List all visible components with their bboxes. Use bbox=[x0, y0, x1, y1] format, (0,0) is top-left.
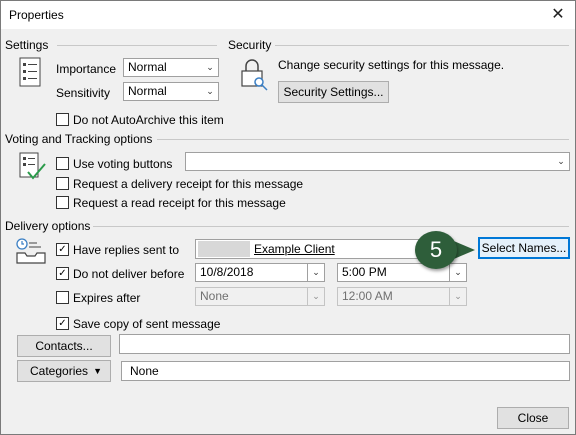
expires-time-picker: 12:00 AM ⌄ bbox=[337, 287, 467, 306]
chevron-down-icon: ⌄ bbox=[206, 62, 214, 72]
read-receipt-checkbox[interactable] bbox=[56, 196, 69, 209]
do-not-deliver-label: Do not deliver before bbox=[73, 267, 185, 281]
deliver-date-value: 10/8/2018 bbox=[200, 265, 254, 279]
document-properties-icon bbox=[19, 57, 41, 87]
chevron-down-icon: ⌄ bbox=[206, 86, 214, 96]
categories-button[interactable]: Categories ▼ bbox=[17, 360, 111, 382]
contacts-button[interactable]: Contacts... bbox=[17, 335, 111, 357]
security-description: Change security settings for this messag… bbox=[278, 58, 505, 72]
step-callout-badge: 5 bbox=[415, 231, 457, 269]
voting-divider bbox=[157, 139, 569, 140]
close-button[interactable]: Close bbox=[497, 407, 569, 429]
voting-buttons-select[interactable]: ⌄ bbox=[185, 152, 570, 171]
expires-date-value: None bbox=[200, 289, 229, 303]
delivery-heading: Delivery options bbox=[5, 219, 91, 233]
categories-button-label: Categories bbox=[30, 364, 89, 378]
categories-value: None bbox=[130, 364, 159, 378]
recipient-avatar-blur bbox=[198, 241, 250, 257]
chevron-down-icon: ⌄ bbox=[307, 264, 324, 281]
lock-key-icon bbox=[239, 57, 269, 91]
dropdown-arrow-icon: ▼ bbox=[93, 366, 102, 376]
properties-dialog: Properties ✕ Settings Importance Normal … bbox=[0, 0, 576, 435]
autoarchive-label: Do not AutoArchive this item bbox=[73, 113, 224, 127]
chevron-down-icon: ⌄ bbox=[449, 288, 466, 305]
deliver-time-value: 5:00 PM bbox=[342, 265, 387, 279]
replies-checkbox[interactable]: ✓ bbox=[56, 243, 69, 256]
checklist-icon bbox=[19, 152, 47, 182]
importance-select[interactable]: Normal ⌄ bbox=[123, 58, 219, 77]
settings-heading: Settings bbox=[5, 38, 49, 52]
do-not-deliver-checkbox[interactable]: ✓ bbox=[56, 267, 69, 280]
title-bar: Properties ✕ bbox=[1, 1, 575, 29]
voting-heading: Voting and Tracking options bbox=[5, 132, 153, 146]
outbox-tray-icon bbox=[15, 237, 47, 265]
expires-label: Expires after bbox=[73, 291, 141, 305]
chevron-down-icon: ⌄ bbox=[307, 288, 324, 305]
autoarchive-checkbox[interactable] bbox=[56, 113, 69, 126]
delivery-receipt-checkbox[interactable] bbox=[56, 177, 69, 190]
sensitivity-label: Sensitivity bbox=[56, 86, 111, 100]
settings-divider bbox=[57, 45, 217, 46]
read-receipt-label: Request a read receipt for this message bbox=[73, 196, 286, 210]
importance-value: Normal bbox=[128, 60, 167, 74]
dialog-title: Properties bbox=[9, 8, 64, 22]
close-icon[interactable]: ✕ bbox=[541, 1, 575, 29]
replies-recipient-name[interactable]: Example Client bbox=[254, 242, 335, 256]
use-voting-checkbox[interactable] bbox=[56, 157, 69, 170]
chevron-down-icon: ⌄ bbox=[449, 264, 466, 281]
expires-date-picker: None ⌄ bbox=[195, 287, 325, 306]
deliver-date-picker[interactable]: 10/8/2018 ⌄ bbox=[195, 263, 325, 282]
delivery-receipt-label: Request a delivery receipt for this mess… bbox=[73, 177, 304, 191]
replies-label: Have replies sent to bbox=[73, 243, 180, 257]
save-copy-label: Save copy of sent message bbox=[73, 317, 221, 331]
security-divider bbox=[275, 45, 569, 46]
contacts-field[interactable] bbox=[119, 334, 570, 354]
select-names-button[interactable]: Select Names... bbox=[478, 237, 570, 259]
use-voting-label: Use voting buttons bbox=[73, 157, 173, 171]
replies-recipient-field[interactable]: Example Client bbox=[195, 239, 427, 259]
sensitivity-select[interactable]: Normal ⌄ bbox=[123, 82, 219, 101]
security-settings-button[interactable]: Security Settings... bbox=[278, 81, 389, 103]
expires-checkbox[interactable] bbox=[56, 291, 69, 304]
chevron-down-icon: ⌄ bbox=[557, 156, 565, 166]
sensitivity-value: Normal bbox=[128, 84, 167, 98]
importance-label: Importance bbox=[56, 62, 117, 76]
delivery-divider bbox=[93, 226, 569, 227]
security-heading: Security bbox=[228, 38, 272, 52]
categories-field[interactable]: None bbox=[121, 361, 570, 381]
save-copy-checkbox[interactable]: ✓ bbox=[56, 317, 69, 330]
expires-time-value: 12:00 AM bbox=[342, 289, 393, 303]
